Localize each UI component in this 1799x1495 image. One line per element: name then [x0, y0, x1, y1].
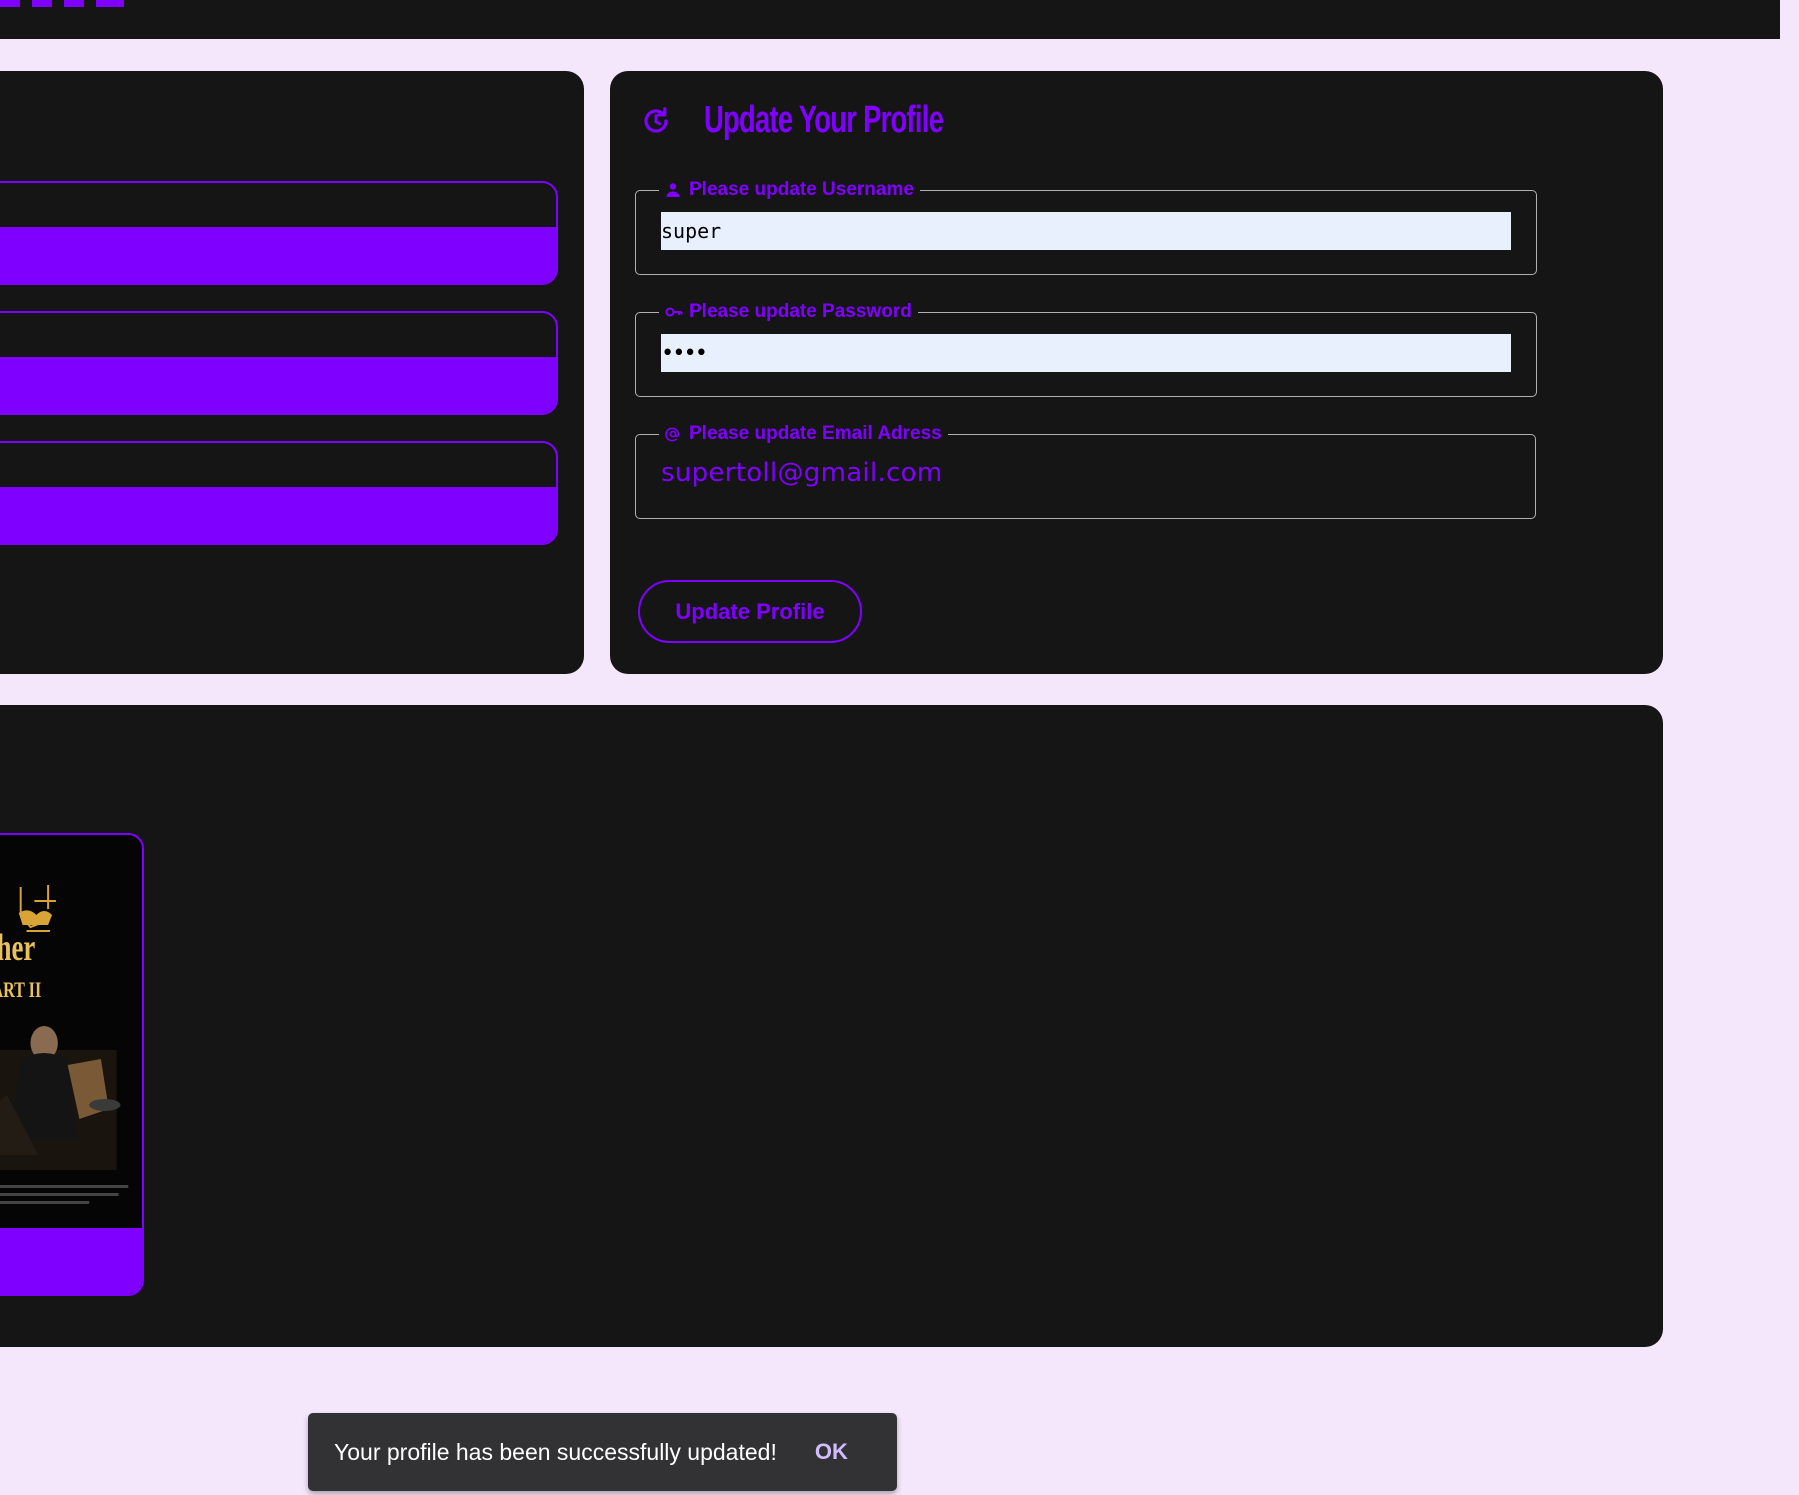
snackbar-ok-button[interactable]: OK — [815, 1439, 848, 1465]
snackbar-message: Your profile has been successfully updat… — [334, 1438, 777, 1465]
update-profile-card: Update Your Profile Please update Userna… — [610, 71, 1663, 674]
email-input[interactable]: supertoll@gmail.com — [661, 458, 1510, 488]
password-input[interactable] — [661, 334, 1511, 372]
person-icon — [665, 182, 681, 198]
movie-card-footer[interactable] — [0, 1228, 142, 1294]
left-panel-card — [0, 71, 584, 674]
list-item[interactable] — [0, 311, 558, 415]
movie-card[interactable]: Father PART II — [0, 833, 144, 1296]
movies-card: Father PART II — [0, 705, 1663, 1347]
poster-title: Father — [0, 928, 35, 970]
at-icon — [665, 426, 681, 442]
password-field: Please update Password — [635, 302, 1537, 397]
list-item[interactable] — [0, 441, 558, 545]
refresh-icon — [640, 105, 672, 137]
list-item[interactable] — [0, 181, 558, 285]
top-navbar — [0, 0, 1780, 39]
page-title: Update Your Profile — [704, 99, 944, 141]
card-header: Update Your Profile — [640, 99, 1036, 142]
list-item-action-bar[interactable] — [0, 357, 556, 413]
password-label: Please update Password — [659, 302, 918, 321]
username-field: Please update Username — [635, 180, 1537, 275]
email-field: Please update Email Adress supertoll@gma… — [635, 424, 1536, 519]
app-logo[interactable] — [0, 0, 136, 7]
email-label: Please update Email Adress — [659, 424, 948, 443]
username-input[interactable] — [661, 212, 1511, 250]
update-profile-button[interactable]: Update Profile — [638, 580, 862, 643]
poster-subtitle: PART II — [0, 979, 41, 1003]
list-item-action-bar[interactable] — [0, 227, 556, 283]
snackbar: Your profile has been successfully updat… — [308, 1413, 897, 1491]
username-label: Please update Username — [659, 180, 920, 199]
key-icon — [665, 304, 683, 320]
movie-poster[interactable]: Father PART II — [0, 835, 142, 1229]
list-item-action-bar[interactable] — [0, 487, 556, 543]
